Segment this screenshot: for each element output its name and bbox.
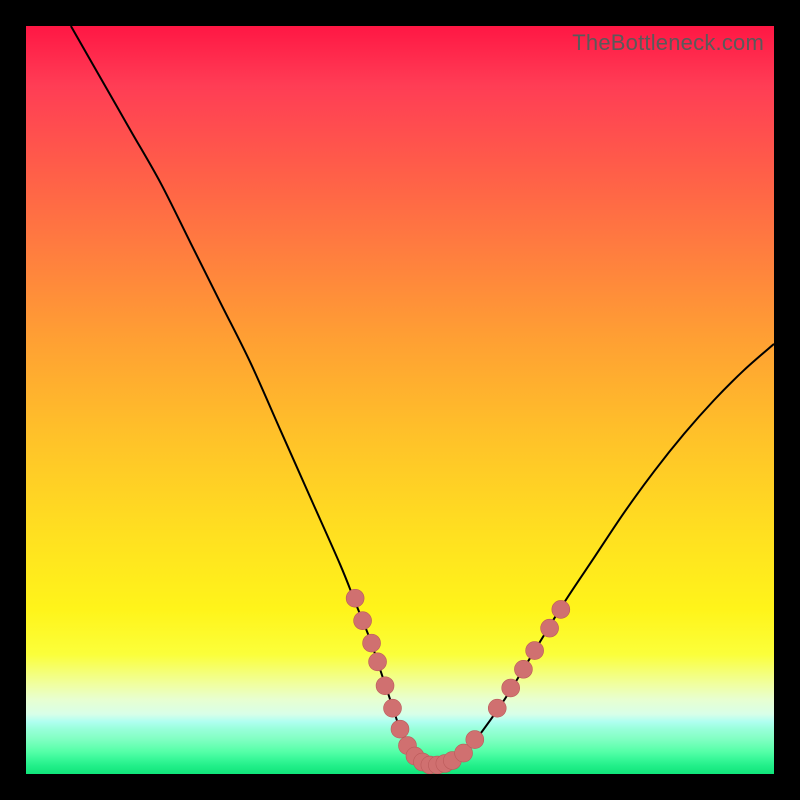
chart-svg xyxy=(26,26,774,774)
chart-marker xyxy=(514,660,532,678)
chart-curve xyxy=(71,26,774,766)
chart-marker xyxy=(502,679,520,697)
chart-marker xyxy=(552,600,570,618)
chart-marker xyxy=(369,653,387,671)
chart-markers xyxy=(346,589,570,774)
chart-marker xyxy=(541,619,559,637)
chart-marker xyxy=(354,612,372,630)
chart-marker xyxy=(466,731,484,749)
chart-marker xyxy=(488,699,506,717)
chart-marker xyxy=(526,642,544,660)
chart-marker xyxy=(346,589,364,607)
chart-marker xyxy=(363,634,381,652)
chart-area: TheBottleneck.com xyxy=(26,26,774,774)
chart-marker xyxy=(391,720,409,738)
chart-marker xyxy=(384,699,402,717)
chart-marker xyxy=(376,677,394,695)
